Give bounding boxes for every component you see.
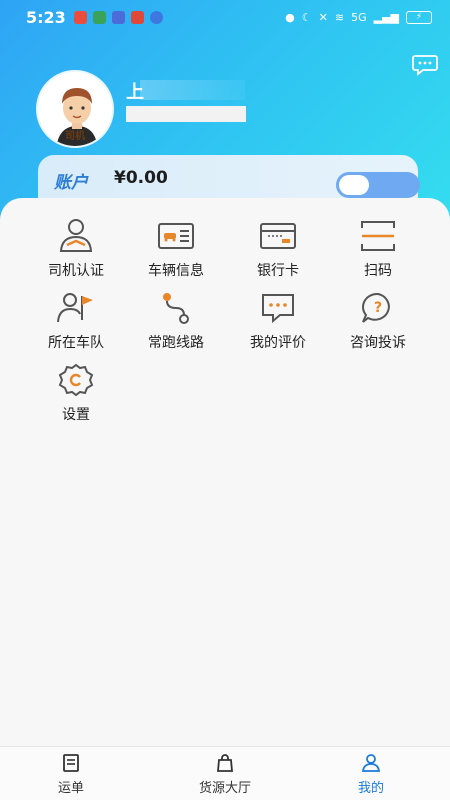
shield-icon xyxy=(149,10,163,24)
profile-icon xyxy=(361,753,381,772)
tab-label: 我的 xyxy=(357,780,384,796)
app-notification-icon xyxy=(73,10,87,24)
status-bar: 5:23 ● ☾ ✕ ≋ 5G ▂▄▆ ⚡ xyxy=(0,0,450,34)
phone-redaction xyxy=(126,106,246,122)
menu-item-settings[interactable]: 设置 xyxy=(26,362,126,432)
app-notification-icon xyxy=(130,10,144,24)
app-notification-icon xyxy=(92,10,106,24)
menu-label: 我的评价 xyxy=(250,335,306,351)
fleet-icon xyxy=(57,293,93,323)
menu-item-reviews[interactable]: 我的评价 xyxy=(228,290,328,360)
message-button[interactable] xyxy=(412,54,438,76)
settings-icon xyxy=(58,363,94,397)
toggle-knob xyxy=(339,175,369,195)
tab-label: 运单 xyxy=(57,780,84,796)
avatar-role-tag: 司机 xyxy=(65,131,85,142)
avatar[interactable]: 司机 xyxy=(36,70,114,148)
menu-label: 咨询投诉 xyxy=(350,335,406,351)
menu-panel: 司机认证 车辆信息 银行卡 扫码 所在车队 常跑线路 我的评价 ? 咨询投诉 设… xyxy=(0,198,450,746)
tab-waybill[interactable]: 运单 xyxy=(16,747,126,800)
account-balance: ¥0.00 xyxy=(114,168,168,188)
wifi-icon: ≋ xyxy=(334,10,345,24)
menu-label: 扫码 xyxy=(364,263,392,279)
moon-icon: ☾ xyxy=(301,10,312,24)
menu-label: 设置 xyxy=(62,407,90,423)
menu-item-complaint[interactable]: ? 咨询投诉 xyxy=(328,290,428,360)
menu-item-fleet[interactable]: 所在车队 xyxy=(26,290,126,360)
cargo-hall-icon xyxy=(217,753,233,772)
location-icon: ● xyxy=(285,10,295,24)
battery-charging-icon: ⚡ xyxy=(406,10,432,24)
tab-profile[interactable]: 我的 xyxy=(316,747,426,800)
menu-item-vehicle-info[interactable]: 车辆信息 xyxy=(126,218,226,288)
tab-label: 货源大厅 xyxy=(198,780,251,796)
scan-icon xyxy=(361,221,395,251)
route-icon xyxy=(163,293,189,324)
chat-bubble-icon xyxy=(412,55,438,76)
waybill-icon xyxy=(63,753,79,772)
bank-card-icon xyxy=(260,223,296,249)
bottom-tab-bar: 运单 货源大厅 我的 xyxy=(0,746,450,800)
menu-item-routes[interactable]: 常跑线路 xyxy=(126,290,226,360)
review-icon xyxy=(262,294,294,324)
menu-item-bank-card[interactable]: 银行卡 xyxy=(228,218,328,288)
driver-auth-icon xyxy=(59,219,93,252)
menu-label: 银行卡 xyxy=(257,263,299,279)
name-redaction xyxy=(140,80,245,100)
tab-cargo-hall[interactable]: 货源大厅 xyxy=(170,747,280,800)
signal-icon: ▂▄▆ xyxy=(373,10,399,24)
menu-item-scan[interactable]: 扫码 xyxy=(328,218,428,288)
menu-label: 司机认证 xyxy=(48,263,104,279)
menu-item-driver-auth[interactable]: 司机认证 xyxy=(26,218,126,288)
complaint-icon: ? xyxy=(362,292,390,323)
vehicle-info-icon xyxy=(158,223,194,249)
network-type: 5G xyxy=(351,10,367,24)
menu-label: 常跑线路 xyxy=(148,335,204,351)
menu-label: 车辆信息 xyxy=(148,263,204,279)
account-label: 账户 xyxy=(54,173,88,193)
mute-icon: ✕ xyxy=(318,10,328,24)
svg-text:?: ? xyxy=(374,300,382,316)
menu-label: 所在车队 xyxy=(48,335,104,351)
status-time: 5:23 xyxy=(26,7,66,27)
notification-icons xyxy=(73,10,163,24)
app-notification-icon xyxy=(111,10,125,24)
balance-visibility-toggle[interactable] xyxy=(336,172,420,198)
